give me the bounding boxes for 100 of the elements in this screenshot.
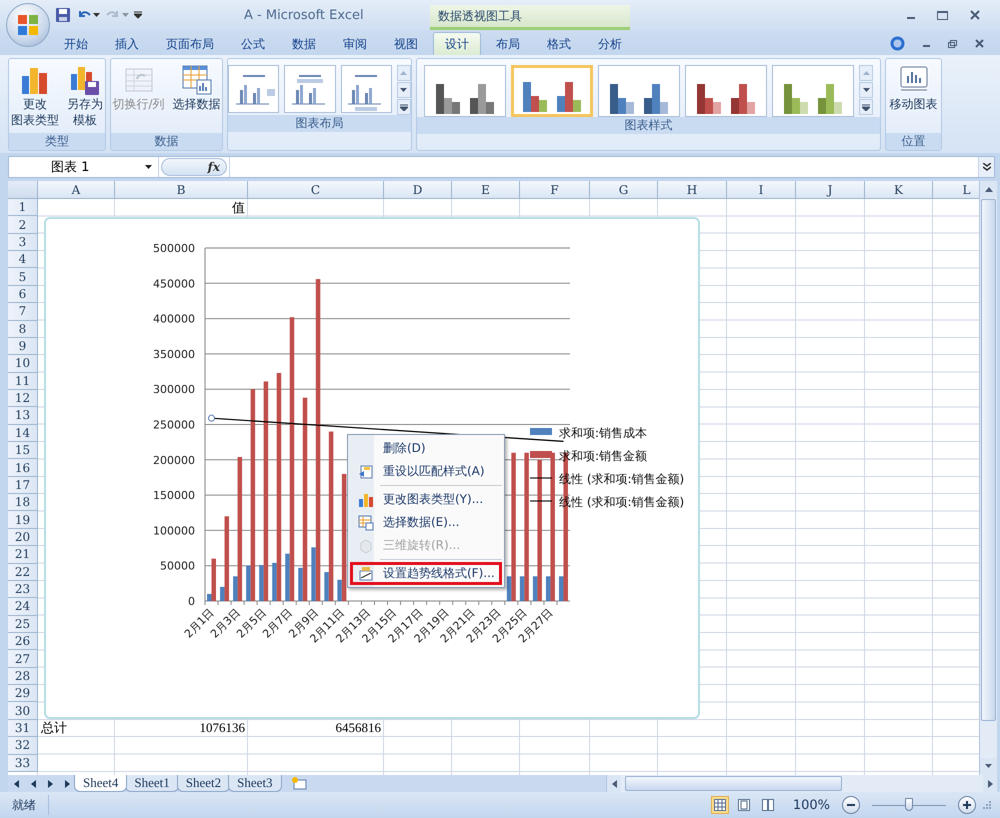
row-header[interactable]: 29 <box>8 685 38 702</box>
ribbon-button[interactable]: 另存为 模板 <box>64 62 105 130</box>
column-header[interactable]: E <box>452 181 520 199</box>
row-header[interactable]: 25 <box>8 616 38 633</box>
row-header[interactable]: 21 <box>8 546 38 564</box>
row-header[interactable]: 22 <box>8 564 38 581</box>
menu-item[interactable]: 删除(D) <box>350 437 502 460</box>
row-header[interactable]: 9 <box>8 338 38 356</box>
row-header[interactable]: 32 <box>8 737 38 754</box>
menu-item[interactable]: 选择数据(E)... <box>350 511 502 534</box>
restore-button[interactable] <box>946 38 959 50</box>
chart-layout-option[interactable] <box>340 65 392 113</box>
zoom-out-button[interactable] <box>842 796 860 814</box>
column-header[interactable]: I <box>727 181 796 199</box>
scrollbar-thumb[interactable] <box>981 199 996 721</box>
column-header[interactable]: B <box>115 181 248 199</box>
row-header[interactable]: 11 <box>8 372 38 390</box>
row-header[interactable]: 26 <box>8 632 38 650</box>
zoom-level[interactable]: 100% <box>792 798 830 812</box>
ribbon-tab[interactable]: 格式 <box>535 32 583 55</box>
view-button[interactable] <box>710 796 729 814</box>
row-header[interactable]: 7 <box>8 303 38 321</box>
ribbon-button[interactable]: 更改 图表类型 <box>9 62 62 130</box>
row-header[interactable]: 8 <box>8 320 38 338</box>
row-header[interactable]: 23 <box>8 580 38 598</box>
ribbon-tab[interactable]: 审阅 <box>331 32 379 55</box>
chart-style-option[interactable] <box>424 65 506 117</box>
row-header[interactable]: 27 <box>8 650 38 668</box>
menu-item[interactable]: 更改图表类型(Y)... <box>350 488 502 511</box>
scroll-left-button[interactable] <box>607 775 621 792</box>
chart-layout-option[interactable] <box>284 65 336 113</box>
menu-item[interactable]: 设置趋势线格式(F)... <box>350 562 502 585</box>
ribbon-tab[interactable]: 分析 <box>586 32 634 55</box>
row-header[interactable]: 10 <box>8 355 38 373</box>
row-header[interactable]: 18 <box>8 494 38 512</box>
sheet-tab[interactable]: Sheet4 <box>74 775 128 792</box>
row-header[interactable]: 2 <box>8 216 38 234</box>
ribbon-tab[interactable]: 数据 <box>280 32 328 55</box>
row-header[interactable]: 5 <box>8 268 38 286</box>
ribbon-tab[interactable]: 设计 <box>433 32 481 55</box>
row-header[interactable]: 4 <box>8 251 38 268</box>
scroll-down-button[interactable] <box>980 758 997 775</box>
menu-item[interactable]: 重设以匹配样式(A) <box>350 460 502 483</box>
ribbon-tab[interactable]: 布局 <box>484 32 532 55</box>
column-header[interactable]: H <box>658 181 727 199</box>
gallery-more-button[interactable] <box>396 99 411 115</box>
ribbon-button[interactable]: 选择数据 <box>170 62 222 114</box>
ribbon-button[interactable]: 移动图表 <box>886 62 940 114</box>
ribbon-tab[interactable]: 视图 <box>382 32 430 55</box>
chart-style-option[interactable] <box>685 65 767 117</box>
column-header[interactable]: A <box>38 181 115 199</box>
sheet-tab[interactable]: Sheet3 <box>228 775 282 792</box>
zoom-slider-thumb[interactable] <box>905 798 913 811</box>
row-header[interactable]: 31 <box>8 720 38 738</box>
column-header[interactable]: G <box>590 181 658 199</box>
column-header[interactable]: L <box>933 181 979 199</box>
toolbar-button[interactable] <box>54 5 72 25</box>
ribbon-tab[interactable]: 页面布局 <box>154 32 226 55</box>
row-header[interactable]: 24 <box>8 598 38 616</box>
row-header[interactable]: 33 <box>8 754 38 772</box>
row-header[interactable]: 30 <box>8 702 38 720</box>
row-header[interactable]: 1 <box>8 199 38 216</box>
column-header[interactable]: D <box>384 181 452 199</box>
ribbon-tab[interactable]: 插入 <box>103 32 151 55</box>
row-header[interactable]: 19 <box>8 511 38 529</box>
help-button[interactable] <box>888 34 907 53</box>
column-header[interactable]: K <box>865 181 933 199</box>
gallery-more-button[interactable] <box>859 99 873 115</box>
sheet-tab[interactable]: Sheet1 <box>125 775 179 792</box>
row-header[interactable]: 14 <box>8 424 38 442</box>
chart-style-option[interactable] <box>511 65 593 117</box>
row-header[interactable]: 6 <box>8 286 38 304</box>
gallery-down-button[interactable] <box>859 82 873 98</box>
chart-style-option[interactable] <box>772 65 854 117</box>
close-button[interactable] <box>973 37 986 50</box>
chart-style-option[interactable] <box>598 65 680 117</box>
scrollbar-thumb[interactable] <box>625 776 842 791</box>
name-box[interactable]: 图表 1 <box>9 157 159 177</box>
row-header[interactable]: 17 <box>8 476 38 494</box>
close-button[interactable] <box>968 8 982 22</box>
row-header[interactable]: 15 <box>8 442 38 460</box>
ribbon-tab[interactable]: 开始 <box>52 32 100 55</box>
row-header[interactable]: 12 <box>8 390 38 408</box>
column-header[interactable]: J <box>796 181 865 199</box>
row-header[interactable]: 3 <box>8 234 38 252</box>
gallery-down-button[interactable] <box>396 82 411 98</box>
sheet-tab[interactable]: Sheet2 <box>176 775 230 792</box>
column-header[interactable]: F <box>520 181 590 199</box>
insert-function-button[interactable]: fx <box>161 158 227 176</box>
row-header[interactable]: 28 <box>8 668 38 686</box>
row-header[interactable]: 13 <box>8 407 38 425</box>
expand-formula-button[interactable] <box>978 157 994 177</box>
chart-layout-option[interactable] <box>228 65 280 113</box>
zoom-in-button[interactable] <box>958 796 976 814</box>
ribbon-tab[interactable]: 公式 <box>229 32 277 55</box>
row-header[interactable]: 20 <box>8 528 38 546</box>
right-arrow-icon <box>47 780 54 788</box>
row-header[interactable]: 16 <box>8 459 38 477</box>
scroll-up-button[interactable] <box>980 181 997 198</box>
column-header[interactable]: C <box>248 181 384 199</box>
